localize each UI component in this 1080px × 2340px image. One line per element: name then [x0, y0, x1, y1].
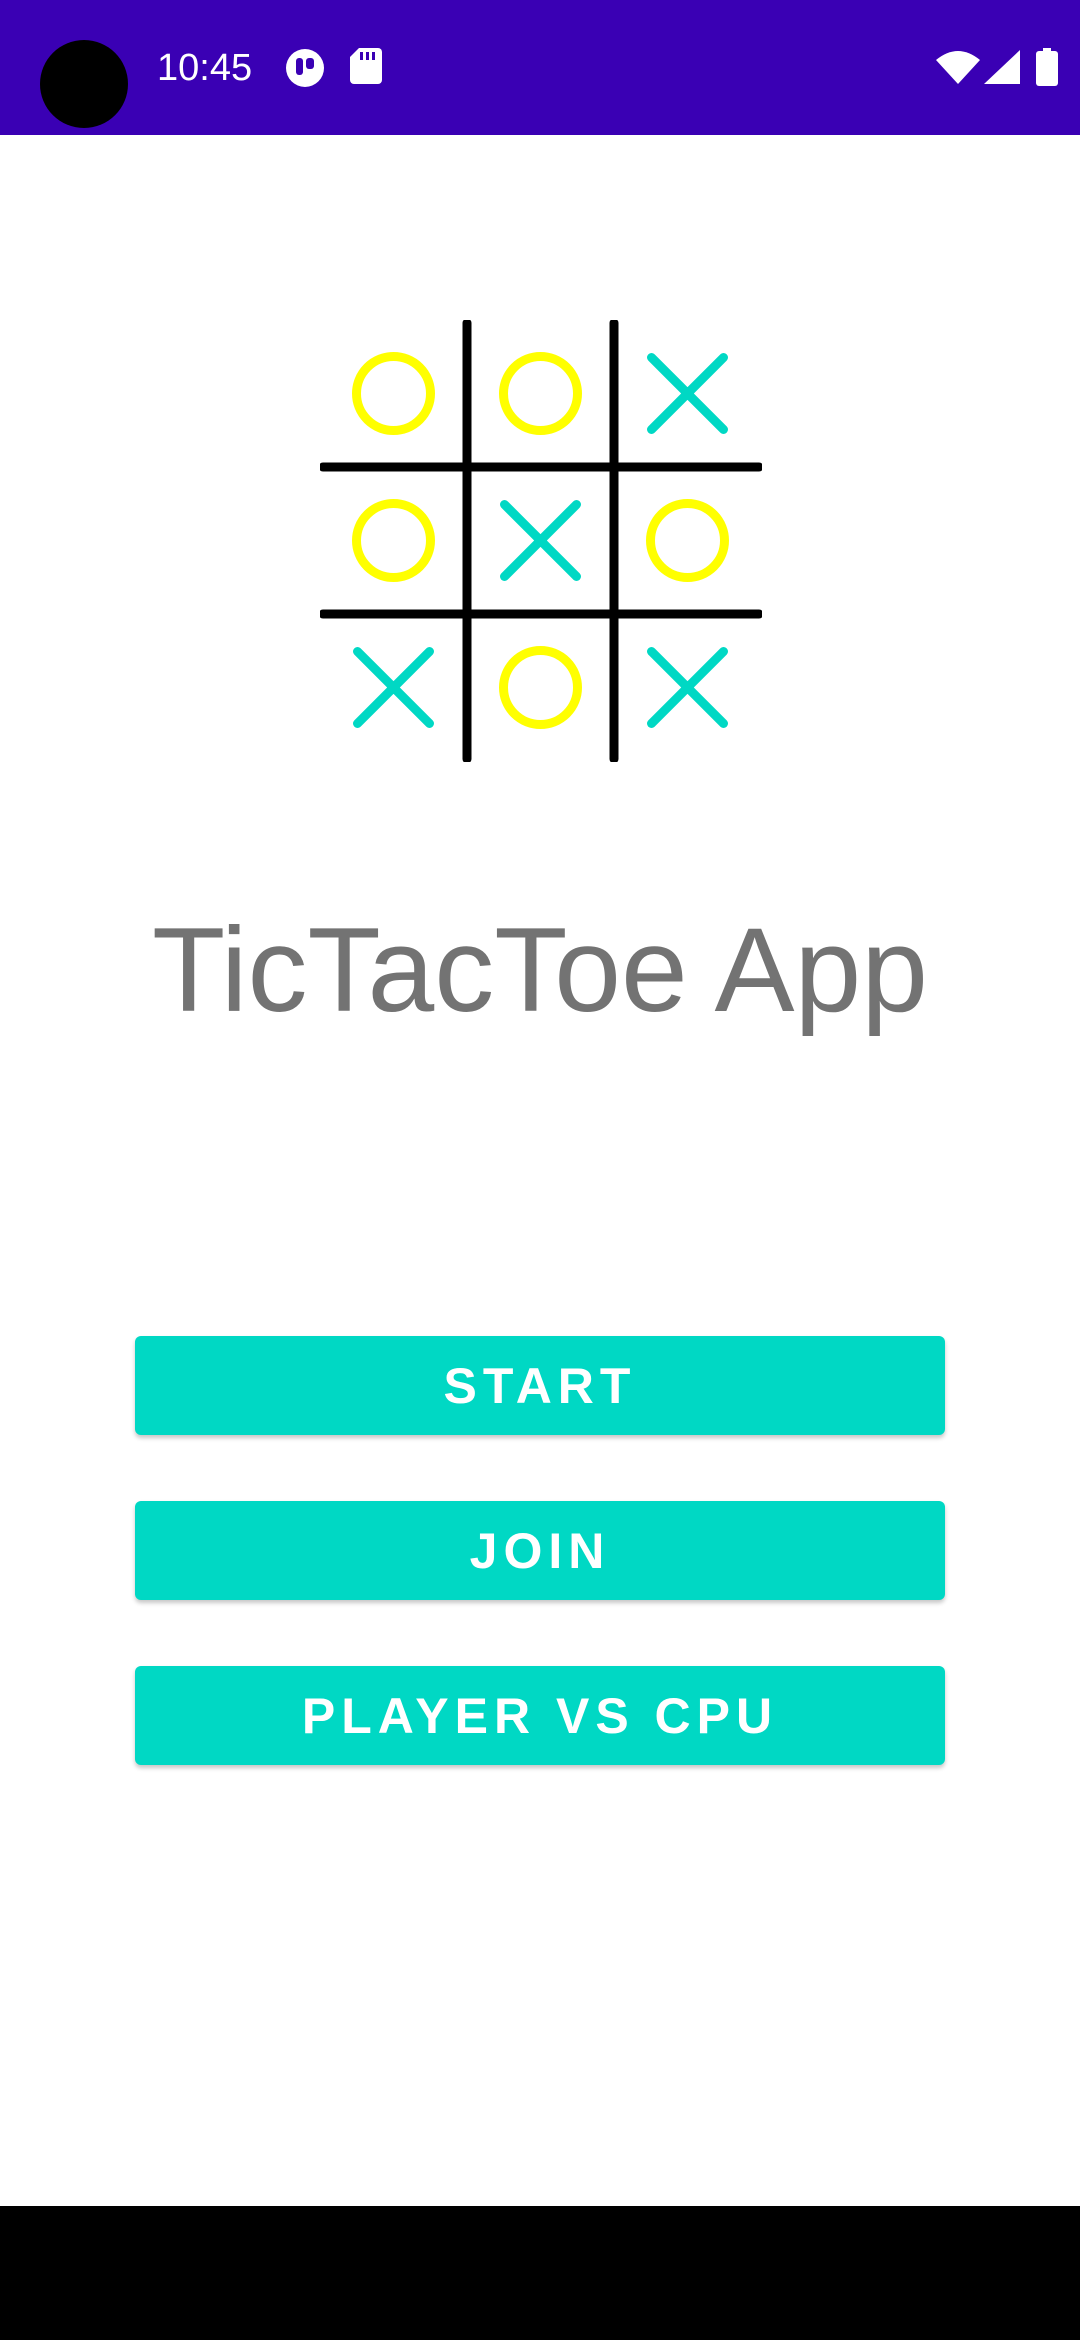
- cellular-signal-icon: [984, 50, 1020, 89]
- o-mark: [499, 352, 582, 435]
- join-button[interactable]: JOIN: [135, 1501, 945, 1600]
- sd-card-icon: [350, 48, 382, 89]
- camera-cutout: [40, 40, 128, 128]
- app-screen: 10:45 TicTacToe App START JOIN PLAYER VS…: [0, 0, 1080, 2340]
- app-title: TicTacToe App: [152, 903, 928, 1037]
- status-time: 10:45: [157, 47, 253, 89]
- o-mark: [352, 352, 435, 435]
- status-bar: 10:45: [0, 0, 1080, 135]
- navigation-bar: [0, 2206, 1080, 2340]
- start-button[interactable]: START: [135, 1336, 945, 1435]
- wifi-icon: [936, 50, 980, 89]
- app-notification-icon: [285, 48, 325, 93]
- battery-icon: [1036, 48, 1058, 91]
- o-mark: [352, 499, 435, 582]
- tictactoe-logo-graphic: [318, 318, 764, 764]
- tictactoe-logo: [318, 318, 764, 764]
- o-mark: [646, 499, 729, 582]
- o-mark: [499, 646, 582, 729]
- player-vs-cpu-button[interactable]: PLAYER VS CPU: [135, 1666, 945, 1765]
